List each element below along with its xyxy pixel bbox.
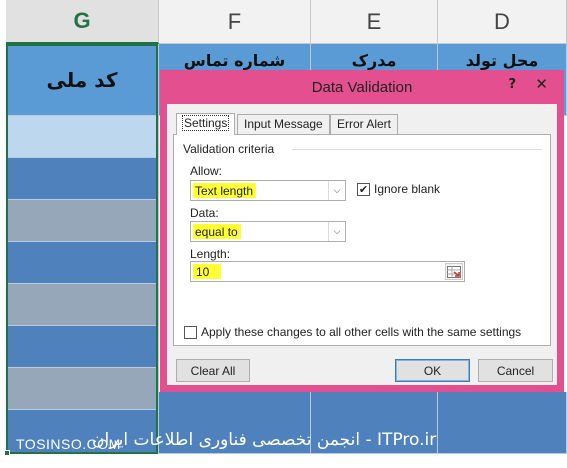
allow-dropdown[interactable]: Text length ⌵ [190,180,346,201]
cell-g2[interactable] [6,116,159,158]
cancel-button[interactable]: Cancel [478,359,553,382]
column-letter: F [227,8,242,34]
column-letter: E [366,8,382,34]
tab-error-alert[interactable]: Error Alert [330,114,399,134]
allow-value: Text length [193,183,257,198]
clear-all-button[interactable]: Clear All [176,359,250,382]
ignore-blank-checkbox[interactable]: ✔ [357,183,370,196]
column-header-g[interactable]: G [6,0,159,44]
tab-label: Error Alert [337,117,392,131]
length-value: 10 [193,264,221,279]
fill-handle[interactable] [4,450,10,456]
length-label: Length: [190,247,231,261]
column-letter: G [73,8,91,33]
column-header-e[interactable]: E [311,0,438,44]
apply-all-checkbox[interactable] [184,326,197,339]
tab-input-message[interactable]: Input Message [237,114,330,134]
data-dropdown[interactable]: equal to ⌵ [190,221,346,242]
apply-all-label[interactable]: Apply these changes to all other cells w… [201,325,521,339]
allow-label: Allow: [190,164,223,178]
header-cell-national-code[interactable]: کد ملی [6,44,159,116]
tab-label: Input Message [244,117,323,131]
column-header-d[interactable]: D [438,0,567,44]
group-divider [292,149,542,150]
below-grid-area [0,454,567,468]
header-cell-label: محل تولد [465,51,539,70]
settings-panel: Validation criteria Allow: Text length ⌵… [173,134,551,346]
range-selector-icon[interactable] [445,263,463,280]
header-cell-label: شماره تماس [183,51,286,70]
tab-settings[interactable]: Settings [176,113,236,135]
header-cell-label: مدرک [351,51,397,70]
header-cell-label: کد ملی [46,67,118,92]
data-label: Data: [190,206,219,220]
cell-g5[interactable] [6,242,159,284]
cell-d9[interactable] [438,392,567,454]
close-icon[interactable]: ✕ [535,75,548,93]
chevron-down-icon[interactable]: ⌵ [328,181,345,200]
help-icon[interactable]: ? [508,77,516,92]
column-letter: D [494,8,510,34]
dialog-body: Settings Input Message Error Alert Valid… [167,104,557,385]
ignore-blank-label[interactable]: Ignore blank [374,182,440,196]
group-label: Validation criteria [183,142,275,156]
cell-g8[interactable] [6,368,159,410]
data-validation-dialog: Data Validation ? ✕ Settings Input Messa… [160,70,564,392]
length-input[interactable]: 10 [190,261,465,282]
tab-label: Settings [181,115,230,131]
ok-button[interactable]: OK [395,359,470,382]
cell-g7[interactable] [6,326,159,368]
column-header-f[interactable]: F [159,0,311,44]
cell-g6[interactable] [6,284,159,326]
watermark-right: ITPro.ir - انجمن تخصصی فناوری اطلاعات ای… [92,430,437,450]
data-value: equal to [193,224,241,239]
cell-g3[interactable] [6,158,159,200]
dialog-title: Data Validation [311,78,413,96]
cell-g4[interactable] [6,200,159,242]
chevron-down-icon[interactable]: ⌵ [328,222,345,241]
